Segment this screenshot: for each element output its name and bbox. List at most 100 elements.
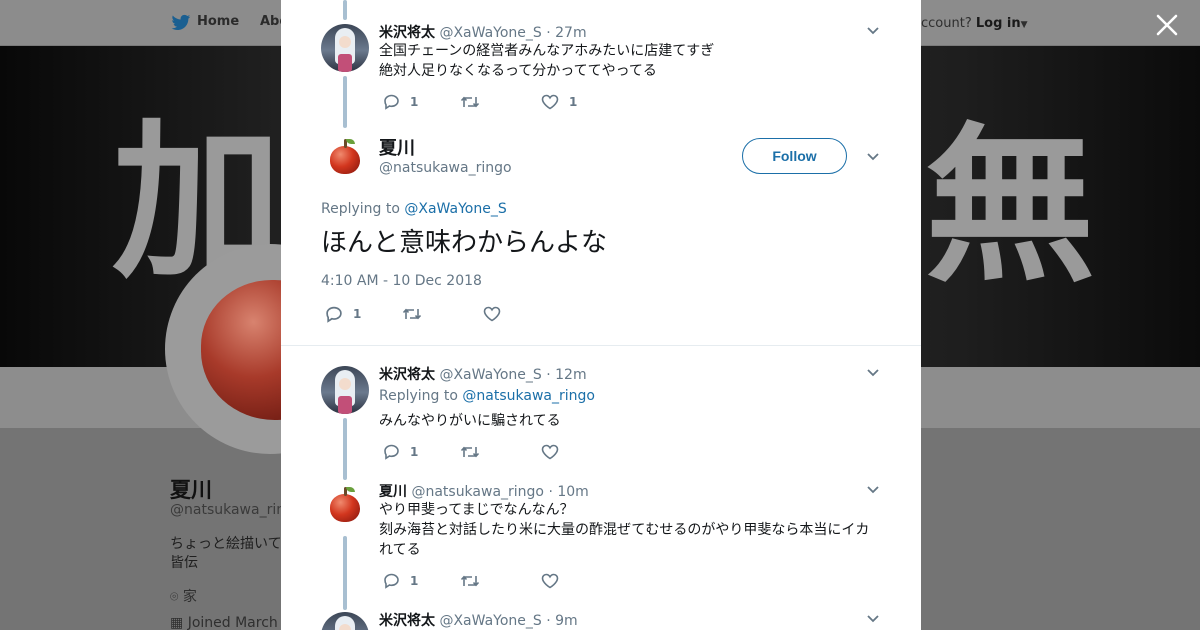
retweet-button[interactable] xyxy=(460,572,480,590)
like-button[interactable]: 1 xyxy=(541,93,577,111)
main-tweet-text: ほんと意味わからんよな xyxy=(321,228,608,258)
profile-handle: @natsukawa_ring xyxy=(170,502,294,518)
reply-button[interactable]: 1 xyxy=(383,443,418,461)
retweet-icon xyxy=(402,308,422,320)
tweet-line: 刻み海苔と対話したり米に大量の酢混ぜてむせるのがやり甲斐なら本当にイカ xyxy=(379,522,870,538)
main-user-handle[interactable]: @natsukawa_ringo xyxy=(379,160,512,176)
reply-button[interactable]: 1 xyxy=(383,572,418,590)
follow-button[interactable]: Follow xyxy=(742,138,847,174)
avatar[interactable] xyxy=(321,482,369,530)
avatar[interactable] xyxy=(321,134,369,182)
retweet-button[interactable] xyxy=(402,305,422,323)
tweet-header: 米沢将太 @XaWaYone_S · 12m xyxy=(379,364,587,384)
reply-icon xyxy=(384,573,399,589)
calendar-icon: ▦ xyxy=(170,615,184,630)
chevron-down-icon[interactable] xyxy=(866,368,880,378)
twitter-bird-icon xyxy=(171,14,191,30)
display-name[interactable]: 米沢将太 xyxy=(379,25,435,41)
heart-icon xyxy=(541,573,559,589)
chevron-down-icon[interactable] xyxy=(866,614,880,624)
reply-icon xyxy=(384,444,399,460)
display-name[interactable]: 夏川 xyxy=(379,484,407,500)
login-prompt: ccount? Log in▼ xyxy=(921,16,1028,31)
tweet-text: みんなやりがいに騙されてる xyxy=(379,411,561,431)
banner-kanji-right: 無 xyxy=(925,108,1096,306)
retweet-icon xyxy=(460,96,480,108)
retweet-button[interactable] xyxy=(460,443,480,461)
reply-count: 1 xyxy=(410,574,419,588)
retweet-button[interactable] xyxy=(460,93,480,111)
bio-line: ちょっと絵描いて xyxy=(170,536,282,552)
profile-joined: ▦ Joined March xyxy=(170,615,278,630)
tweet-text: やり甲斐ってまじでなんなん？ 刻み海苔と対話したり米に大量の酢混ぜてむせるのがや… xyxy=(379,500,869,560)
tweet-time[interactable]: · 9m xyxy=(546,613,577,629)
like-button[interactable] xyxy=(541,443,559,461)
main-replying-to: Replying to @XaWaYone_S xyxy=(321,201,507,217)
avatar[interactable] xyxy=(321,366,369,414)
account-prompt-text: ccount? xyxy=(921,16,972,31)
like-button[interactable] xyxy=(541,572,559,590)
location-text: 家 xyxy=(182,589,197,605)
chevron-down-icon[interactable] xyxy=(866,152,880,162)
display-name[interactable]: 米沢将太 xyxy=(379,367,435,383)
avatar[interactable] xyxy=(321,612,369,630)
tweet-line: 全国チェーンの経営者みんなアホみたいに店建てすぎ xyxy=(379,43,715,59)
profile-name: 夏川 xyxy=(170,478,212,502)
thread-line xyxy=(343,76,347,128)
tweet-time[interactable]: · 10m xyxy=(548,484,588,500)
user-handle[interactable]: @XaWaYone_S xyxy=(439,25,541,41)
tweet-time[interactable]: · 27m xyxy=(546,25,586,41)
like-button[interactable] xyxy=(483,305,501,323)
tweet-line: 絶対人足りなくなるって分かっててやってる xyxy=(379,63,657,79)
chevron-down-icon[interactable] xyxy=(866,26,880,36)
login-link[interactable]: Log in xyxy=(976,16,1021,31)
tweet-header: 米沢将太 @XaWaYone_S · 27m xyxy=(379,22,587,42)
thread-line xyxy=(343,536,347,610)
heart-icon xyxy=(541,444,559,460)
tweet-header: 夏川 @natsukawa_ringo · 10m xyxy=(379,481,589,501)
replying-to-link[interactable]: @natsukawa_ringo xyxy=(462,388,595,404)
retweet-icon xyxy=(460,575,480,587)
joined-text: Joined March xyxy=(187,615,278,630)
bio-line: 皆伝 xyxy=(170,555,198,571)
tweet-line: やり甲斐ってまじでなんなん？ xyxy=(379,502,574,518)
user-handle[interactable]: @natsukawa_ringo xyxy=(411,484,544,500)
thread-line xyxy=(343,418,347,480)
tweet-modal: 米沢将太 @XaWaYone_S · 27m 全国チェーンの経営者みんなアホみた… xyxy=(281,0,921,630)
reply-icon xyxy=(384,94,399,110)
tweet-header: 米沢将太 @XaWaYone_S · 9m xyxy=(379,610,578,630)
user-handle[interactable]: @XaWaYone_S xyxy=(439,613,541,629)
tweet-time[interactable]: · 12m xyxy=(546,367,586,383)
replying-prefix: Replying to xyxy=(321,201,400,217)
heart-icon xyxy=(541,94,559,110)
replying-prefix: Replying to xyxy=(379,388,458,404)
tweet-line: みんなやりがいに騙されてる xyxy=(379,413,561,429)
close-icon[interactable] xyxy=(1153,11,1181,39)
divider xyxy=(281,345,921,346)
display-name[interactable]: 米沢将太 xyxy=(379,613,435,629)
heart-icon xyxy=(483,306,501,322)
avatar[interactable] xyxy=(321,24,369,72)
chevron-down-icon[interactable] xyxy=(866,485,880,495)
tweet-text: 全国チェーンの経営者みんなアホみたいに店建てすぎ 絶対人足りなくなるって分かって… xyxy=(379,41,714,81)
reply-count: 1 xyxy=(353,307,362,321)
profile-location: ⌾ 家 xyxy=(170,586,197,606)
thread-line xyxy=(343,0,347,20)
user-handle[interactable]: @XaWaYone_S xyxy=(439,367,541,383)
main-tweet-timestamp[interactable]: 4:10 AM - 10 Dec 2018 xyxy=(321,273,482,289)
profile-bio: ちょっと絵描いて 皆伝 xyxy=(170,535,282,573)
location-icon: ⌾ xyxy=(170,589,179,605)
caret-down-icon: ▼ xyxy=(1020,20,1028,30)
reply-button[interactable]: 1 xyxy=(383,93,418,111)
retweet-icon xyxy=(460,446,480,458)
replying-to: Replying to @natsukawa_ringo xyxy=(379,388,595,404)
nav-home-link[interactable]: Home xyxy=(197,14,239,29)
main-display-name[interactable]: 夏川 xyxy=(379,134,415,160)
reply-icon xyxy=(326,306,342,323)
reply-count: 1 xyxy=(410,95,419,109)
replying-to-link[interactable]: @XaWaYone_S xyxy=(404,201,506,217)
tweet-line: れてる xyxy=(379,542,421,558)
reply-count: 1 xyxy=(410,445,419,459)
like-count: 1 xyxy=(569,95,578,109)
reply-button[interactable]: 1 xyxy=(325,305,361,323)
